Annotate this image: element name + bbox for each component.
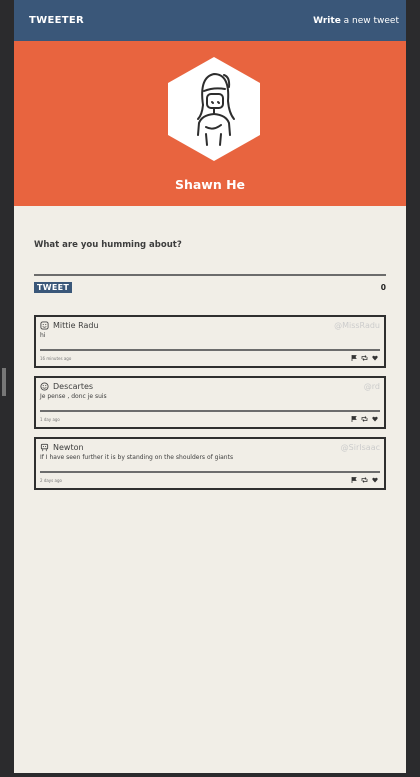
tweet-divider xyxy=(40,349,380,351)
tweet-author[interactable]: Newton xyxy=(53,443,84,452)
tweet-button[interactable]: TWEET xyxy=(34,282,73,293)
tweet-divider xyxy=(40,471,380,473)
tweet-header: Descartes @rd xyxy=(40,380,380,393)
tweet-author[interactable]: Descartes xyxy=(53,382,93,391)
tweet-author[interactable]: Mittie Radu xyxy=(53,321,99,330)
composer-actions: TWEET 0 xyxy=(34,282,386,293)
write-link-strong: Write xyxy=(313,15,341,26)
tweet-actions xyxy=(351,355,378,361)
tweet-actions xyxy=(351,477,378,483)
write-new-tweet-link[interactable]: Write a new tweet xyxy=(313,16,399,26)
profile-name: Shawn He xyxy=(174,177,246,192)
tweet-text: If I have seen further it is by standing… xyxy=(40,454,234,461)
tweet-card: Mittie Radu @MissRadu hi 16 minutes ago xyxy=(34,315,386,368)
tweet-input[interactable] xyxy=(34,274,386,276)
tweet-text: Je pense , donc je suis xyxy=(40,393,107,400)
brand-logo[interactable]: TWEETER xyxy=(29,15,84,26)
tweet-footer: 16 minutes ago xyxy=(40,355,378,361)
robot-icon xyxy=(40,443,49,452)
heart-icon[interactable] xyxy=(372,355,378,361)
app-root: TWEETER Write a new tweet Shawn He What … xyxy=(14,0,406,773)
top-navbar: TWEETER Write a new tweet xyxy=(14,0,406,41)
write-link-rest: a new tweet xyxy=(340,15,399,26)
tweet-card: Descartes @rd Je pense , donc je suis 1 … xyxy=(34,376,386,429)
tweet-handle[interactable]: @rd xyxy=(364,382,380,391)
flag-icon[interactable] xyxy=(351,416,357,422)
tweet-feed: Mittie Radu @MissRadu hi 16 minutes ago … xyxy=(34,315,386,490)
heart-icon[interactable] xyxy=(372,477,378,483)
retweet-icon[interactable] xyxy=(361,355,368,361)
tweet-header: Newton @SirIsaac xyxy=(40,441,380,454)
tweet-footer: 1 day ago xyxy=(40,416,378,422)
profile-avatar[interactable] xyxy=(168,57,260,161)
tweet-timestamp: 1 day ago xyxy=(40,416,60,422)
retweet-icon[interactable] xyxy=(361,416,368,422)
smiley-icon xyxy=(40,321,49,330)
tweet-handle[interactable]: @SirIsaac xyxy=(341,443,380,452)
smiley-icon xyxy=(40,382,49,391)
tweet-header: Mittie Radu @MissRadu xyxy=(40,319,380,332)
window-frame-right xyxy=(406,0,420,777)
tweet-timestamp: 16 minutes ago xyxy=(40,355,72,361)
tweet-text: hi xyxy=(40,332,46,339)
tweet-divider xyxy=(40,410,380,412)
composer-prompt: What are you humming about? xyxy=(34,240,182,250)
flag-icon[interactable] xyxy=(351,477,357,483)
heart-icon[interactable] xyxy=(372,416,378,422)
char-counter: 0 xyxy=(380,283,386,292)
profile-hero: Shawn He xyxy=(14,41,406,206)
retweet-icon[interactable] xyxy=(361,477,368,483)
tweet-card: Newton @SirIsaac If I have seen further … xyxy=(34,437,386,490)
tweet-timestamp: 2 days ago xyxy=(40,477,62,483)
tweet-footer: 2 days ago xyxy=(40,477,378,483)
tweet-handle[interactable]: @MissRadu xyxy=(334,321,380,330)
tweet-actions xyxy=(351,416,378,422)
flag-icon[interactable] xyxy=(351,355,357,361)
resize-handle[interactable] xyxy=(2,368,6,396)
tweet-composer: What are you humming about? TWEET 0 xyxy=(14,206,406,293)
